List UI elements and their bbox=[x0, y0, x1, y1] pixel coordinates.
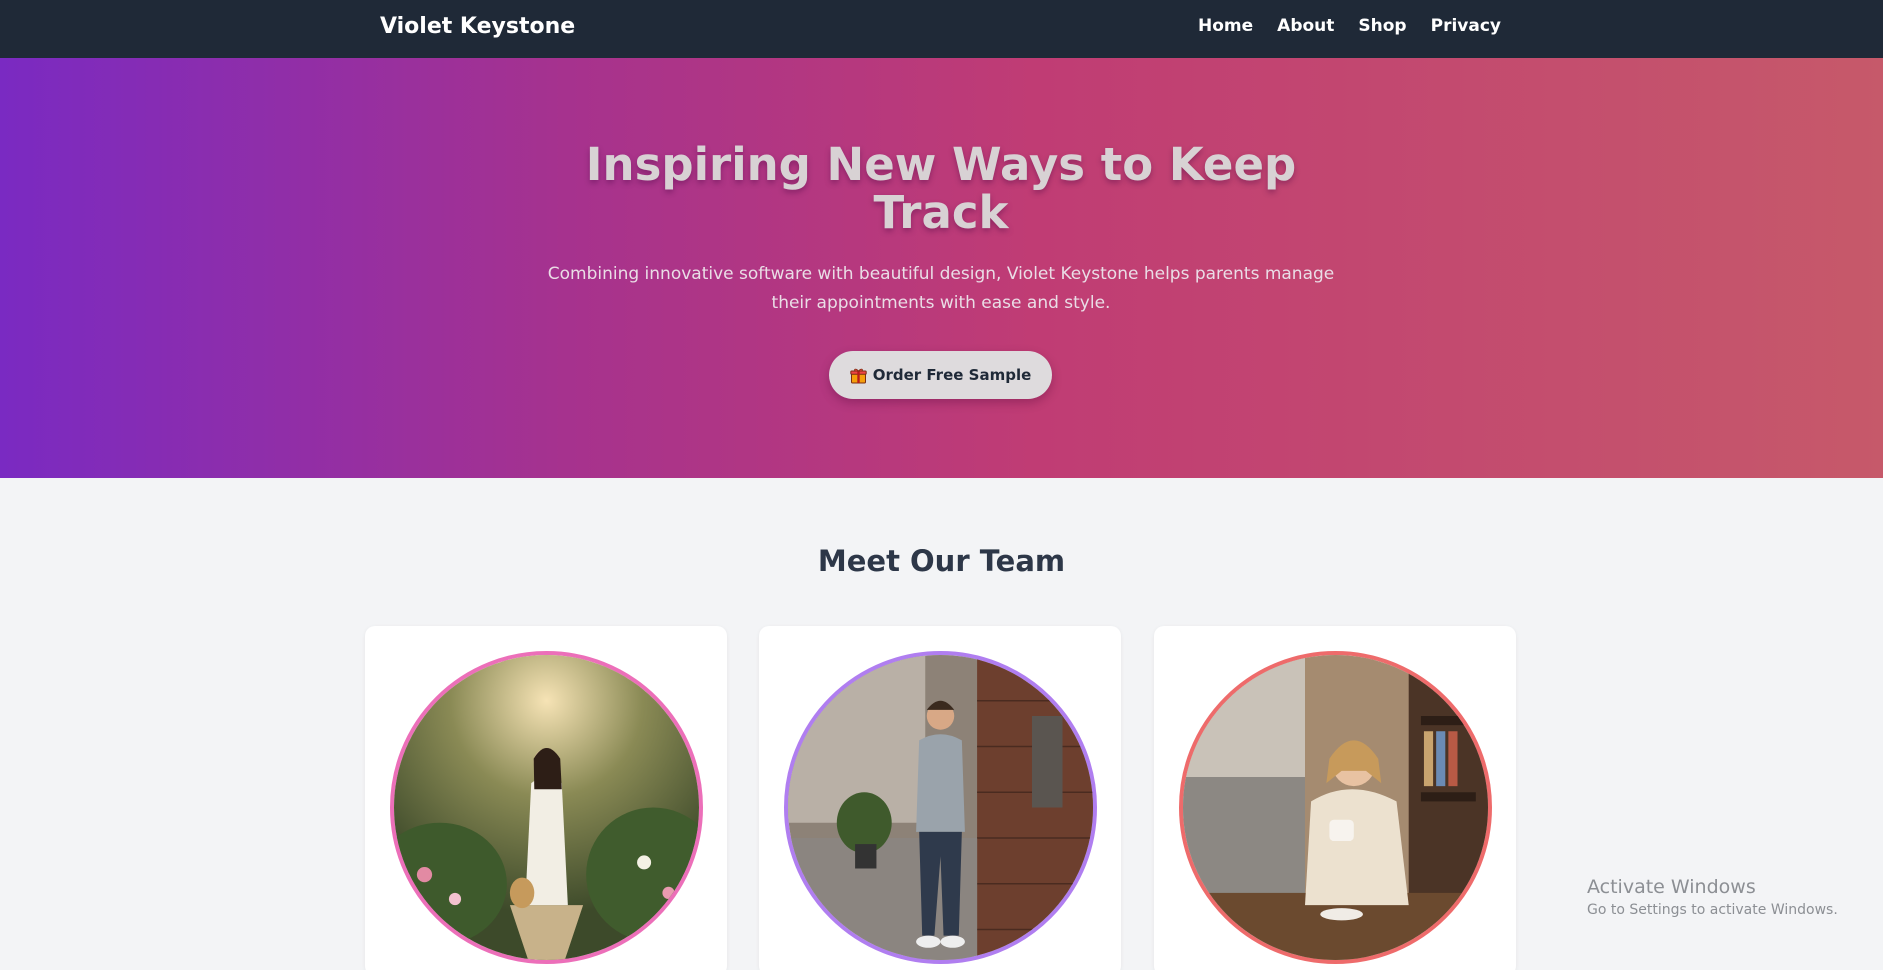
man-leaning-on-brick-wall-photo bbox=[784, 651, 1097, 964]
top-navbar: Violet Keystone Home About Shop Privacy bbox=[0, 0, 1883, 58]
nav-link-home[interactable]: Home bbox=[1198, 16, 1253, 36]
team-section-title: Meet Our Team bbox=[817, 544, 1066, 578]
hero-section: Inspiring New Ways to Keep Track Combini… bbox=[0, 58, 1883, 478]
team-member-card bbox=[759, 626, 1121, 970]
watermark-subtitle: Go to Settings to activate Windows. bbox=[1587, 902, 1838, 918]
woman-with-coffee-photo bbox=[1179, 651, 1492, 964]
brand-logo-text[interactable]: Violet Keystone bbox=[380, 14, 575, 39]
order-free-sample-label: Order Free Sample bbox=[872, 366, 1032, 384]
nav-link-privacy[interactable]: Privacy bbox=[1431, 16, 1501, 36]
watermark-title: Activate Windows bbox=[1587, 876, 1756, 898]
hero-subtitle: Combining innovative software with beaut… bbox=[547, 264, 1335, 313]
team-member-card bbox=[1154, 626, 1516, 970]
hero-title: Inspiring New Ways to Keep Track bbox=[585, 138, 1297, 239]
order-free-sample-button[interactable]: Order Free Sample bbox=[829, 351, 1052, 399]
nav-link-shop[interactable]: Shop bbox=[1358, 16, 1406, 36]
gift-icon bbox=[850, 367, 867, 384]
nav-link-about[interactable]: About bbox=[1277, 16, 1334, 36]
woman-in-garden-photo bbox=[390, 651, 703, 964]
team-member-card bbox=[365, 626, 727, 970]
nav-links: Home About Shop Privacy bbox=[1198, 16, 1501, 36]
activate-windows-watermark: Activate Windows Go to Settings to activ… bbox=[1587, 876, 1838, 918]
